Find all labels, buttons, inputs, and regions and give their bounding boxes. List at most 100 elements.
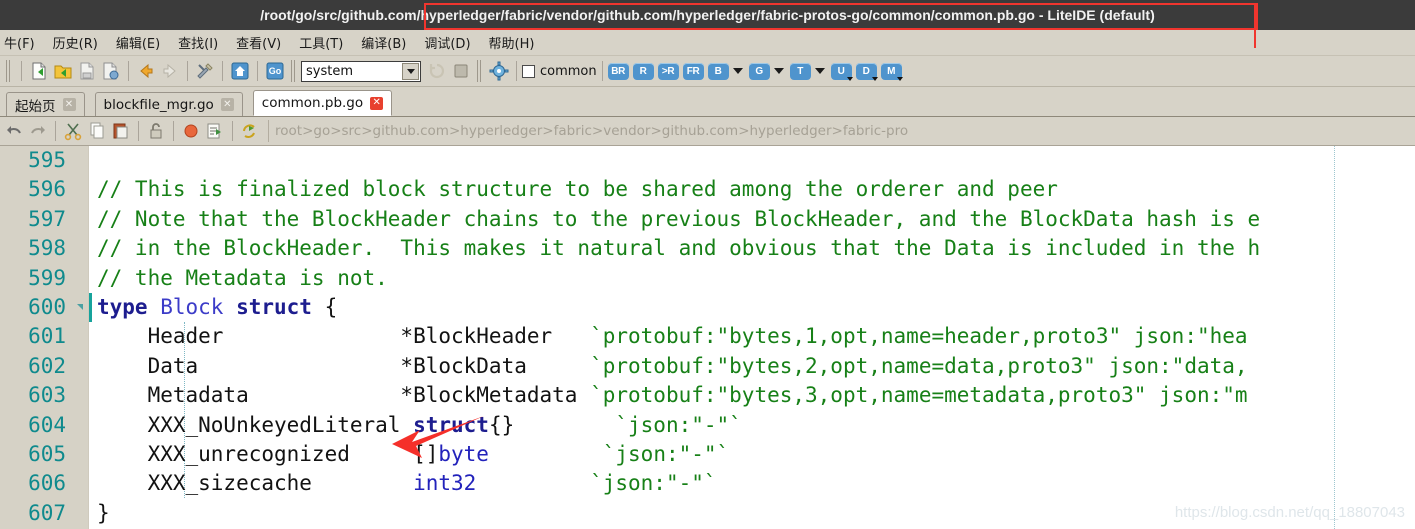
toolbar-separator xyxy=(21,61,22,81)
line-number: 604 xyxy=(28,412,66,437)
editor-toolbar: root>go>src>github.com>hyperledger>fabri… xyxy=(0,117,1415,146)
close-icon[interactable]: ✕ xyxy=(62,98,76,111)
jump-icon[interactable] xyxy=(238,119,262,143)
code-line[interactable]: // Note that the BlockHeader chains to t… xyxy=(89,205,1415,234)
line-number: 597 xyxy=(28,206,66,231)
code-line[interactable]: Data *BlockData `protobuf:"bytes,2,opt,n… xyxy=(89,352,1415,381)
code-line[interactable]: Header *BlockHeader `protobuf:"bytes,1,o… xyxy=(89,322,1415,351)
menu-bar: 牛(F) 历史(R) 编辑(E) 查找(I) 查看(V) 工具(T) 编译(B)… xyxy=(0,30,1415,56)
goto-definition-icon[interactable] xyxy=(203,119,227,143)
save-all-icon[interactable] xyxy=(99,59,123,83)
settings-gear-icon[interactable] xyxy=(487,59,511,83)
chevron-down-icon[interactable] xyxy=(402,62,419,80)
code-token: byte xyxy=(438,441,489,466)
toolbar-separator xyxy=(173,121,174,141)
line-number-gutter: 595 596 597 598 599 600 601 602 603 604 605 606 607 xyxy=(0,146,88,529)
debug-button-b[interactable]: B xyxy=(707,62,729,80)
svg-text:Go: Go xyxy=(269,66,282,76)
code-token: `protobuf:"bytes,2,opt,name=data,proto3"… xyxy=(590,353,1248,378)
menu-item-build[interactable]: 编译(B) xyxy=(352,31,415,54)
code-token: struct xyxy=(413,412,489,437)
tab-label: 起始页 xyxy=(15,98,56,115)
line-number: 605 xyxy=(28,441,66,466)
home-icon[interactable] xyxy=(228,59,252,83)
go-icon[interactable]: Go xyxy=(263,59,287,83)
code-editor[interactable]: 595 596 597 598 599 600 601 602 603 604 605 606 607 … xyxy=(0,146,1415,529)
code-token: } xyxy=(97,500,110,525)
debug-button-run-to[interactable]: >R xyxy=(657,62,679,80)
code-line[interactable]: Metadata *BlockMetadata `protobuf:"bytes… xyxy=(89,381,1415,410)
menu-item-find[interactable]: 查找(I) xyxy=(169,31,227,54)
tab-label: blockfile_mgr.go xyxy=(103,96,214,113)
menu-item-tools[interactable]: 工具(T) xyxy=(290,31,352,54)
main-toolbar: Go system common BR R >R FR B G T U D M xyxy=(0,56,1415,87)
code-line[interactable]: XXX_unrecognized []byte `json:"-"` xyxy=(89,440,1415,469)
toolbar-separator xyxy=(232,121,233,141)
stop-icon[interactable] xyxy=(449,59,473,83)
editor-tab-bar: 起始页 ✕ blockfile_mgr.go ✕ common.pb.go ✕ xyxy=(0,87,1415,117)
env-combo[interactable]: system xyxy=(301,60,421,82)
debug-button-br[interactable]: BR xyxy=(607,62,629,80)
tab-start-page[interactable]: 起始页 ✕ xyxy=(6,92,85,116)
tab-label: common.pb.go xyxy=(261,95,364,111)
code-line[interactable] xyxy=(89,146,1415,175)
code-line[interactable]: // the Metadata is not. xyxy=(89,264,1415,293)
close-icon[interactable]: ✕ xyxy=(220,98,234,111)
undo-icon[interactable] xyxy=(2,119,26,143)
menu-item-debug[interactable]: 调试(D) xyxy=(415,31,479,54)
tab-common-pb-go[interactable]: common.pb.go ✕ xyxy=(252,90,393,116)
code-token: `json:"-"` xyxy=(602,441,730,466)
menu-item-history[interactable]: 历史(R) xyxy=(44,31,107,54)
close-icon[interactable]: ✕ xyxy=(370,96,384,110)
save-file-icon[interactable] xyxy=(75,59,99,83)
open-folder-icon[interactable] xyxy=(51,59,75,83)
toolbar-separator xyxy=(222,61,223,81)
breadcrumb[interactable]: root>go>src>github.com>hyperledger>fabri… xyxy=(268,120,1415,142)
reload-icon[interactable] xyxy=(425,59,449,83)
debug-button-fr[interactable]: FR xyxy=(682,62,704,80)
code-token: {} xyxy=(488,412,616,437)
code-line[interactable]: XXX_NoUnkeyedLiteral struct{} `json:"-"` xyxy=(89,411,1415,440)
redo-icon[interactable] xyxy=(26,119,50,143)
chevron-down-icon[interactable] xyxy=(773,68,784,74)
toolbar-grip[interactable] xyxy=(291,60,297,82)
toolbar-separator xyxy=(516,61,517,81)
menu-item-help[interactable]: 帮助(H) xyxy=(480,31,544,54)
window-title: /root/go/src/github.com/hyperledger/fabr… xyxy=(260,7,1155,23)
menu-item-view[interactable]: 查看(V) xyxy=(227,31,290,54)
paste-icon[interactable] xyxy=(109,119,133,143)
fold-triangle-icon[interactable] xyxy=(77,303,83,310)
code-line[interactable]: // in the BlockHeader. This makes it nat… xyxy=(89,234,1415,263)
debug-button-m[interactable]: M xyxy=(880,62,903,81)
copy-icon[interactable] xyxy=(85,119,109,143)
common-checkbox[interactable] xyxy=(522,64,535,78)
code-line[interactable]: type Block struct { xyxy=(89,292,1415,323)
debug-button-t[interactable]: T xyxy=(789,62,811,80)
debug-button-u[interactable]: U xyxy=(830,62,853,81)
new-file-icon[interactable] xyxy=(27,59,51,83)
debug-button-g[interactable]: G xyxy=(748,62,770,80)
code-token: Metadata *BlockMetadata xyxy=(97,383,591,408)
code-line[interactable]: XXX_sizecache int32 `json:"-"` xyxy=(89,469,1415,498)
tab-blockfile-mgr-go[interactable]: blockfile_mgr.go ✕ xyxy=(94,92,243,116)
chevron-down-icon[interactable] xyxy=(732,68,743,74)
chevron-down-icon[interactable] xyxy=(814,68,825,74)
title-bar: /root/go/src/github.com/hyperledger/fabr… xyxy=(0,0,1415,48)
debug-button-d[interactable]: D xyxy=(855,62,878,81)
toolbar-grip[interactable] xyxy=(477,60,483,82)
toolbar-grip[interactable] xyxy=(6,60,12,82)
cut-icon[interactable] xyxy=(61,119,85,143)
code-line[interactable]: // This is finalized block structure to … xyxy=(89,175,1415,204)
build-tools-icon[interactable] xyxy=(193,59,217,83)
lock-icon[interactable] xyxy=(144,119,168,143)
back-arrow-icon[interactable] xyxy=(134,59,158,83)
toolbar-separator xyxy=(128,61,129,81)
menu-item-file[interactable]: 牛(F) xyxy=(2,31,44,54)
bookmark-icon[interactable] xyxy=(179,119,203,143)
code-area[interactable]: // This is finalized block structure to … xyxy=(88,146,1415,529)
toolbar-separator xyxy=(55,121,56,141)
debug-button-r[interactable]: R xyxy=(632,62,654,80)
code-token: `json:"-"` xyxy=(615,412,742,437)
menu-item-edit[interactable]: 编辑(E) xyxy=(107,31,169,54)
